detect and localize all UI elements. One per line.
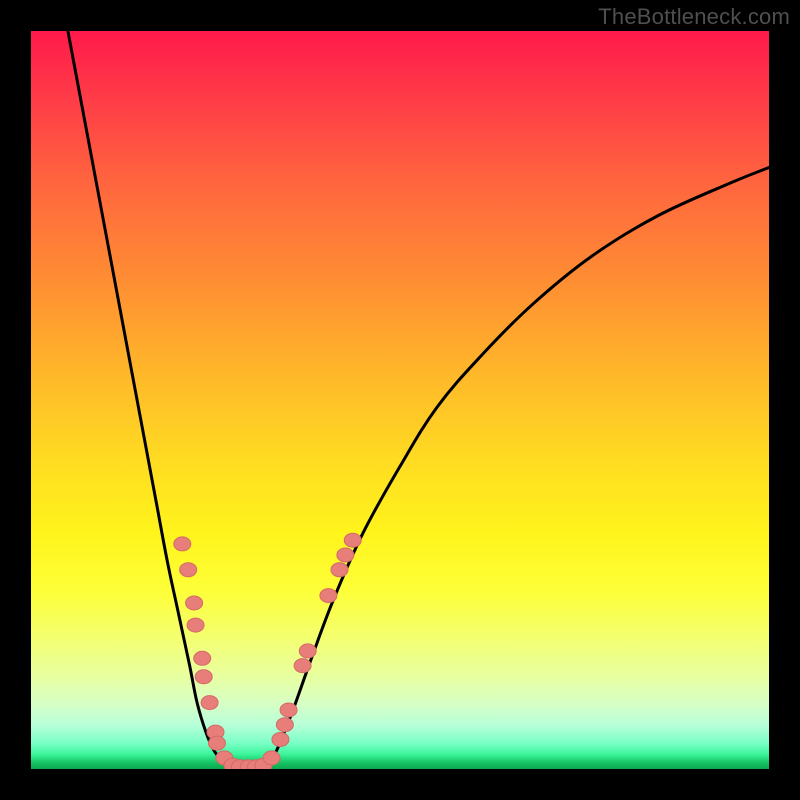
data-marker bbox=[331, 563, 348, 577]
chart-plot-area bbox=[31, 31, 769, 769]
data-marker bbox=[276, 718, 293, 732]
data-marker bbox=[187, 618, 204, 632]
data-marker bbox=[194, 651, 211, 665]
data-marker bbox=[174, 537, 191, 551]
data-marker bbox=[180, 563, 197, 577]
data-marker bbox=[337, 548, 354, 562]
curve-layer bbox=[68, 31, 769, 769]
marker-layer bbox=[174, 533, 361, 769]
data-marker bbox=[294, 659, 311, 673]
data-marker bbox=[208, 736, 225, 750]
chart-frame: TheBottleneck.com bbox=[0, 0, 800, 800]
data-marker bbox=[201, 696, 218, 710]
data-marker bbox=[280, 703, 297, 717]
chart-svg bbox=[31, 31, 769, 769]
data-marker bbox=[272, 732, 289, 746]
data-marker bbox=[263, 751, 280, 765]
data-marker bbox=[195, 670, 212, 684]
data-marker bbox=[320, 589, 337, 603]
data-marker bbox=[344, 533, 361, 547]
data-marker bbox=[299, 644, 316, 658]
watermark-text: TheBottleneck.com bbox=[598, 4, 790, 30]
data-marker bbox=[186, 596, 203, 610]
bottleneck-curve bbox=[68, 31, 769, 769]
